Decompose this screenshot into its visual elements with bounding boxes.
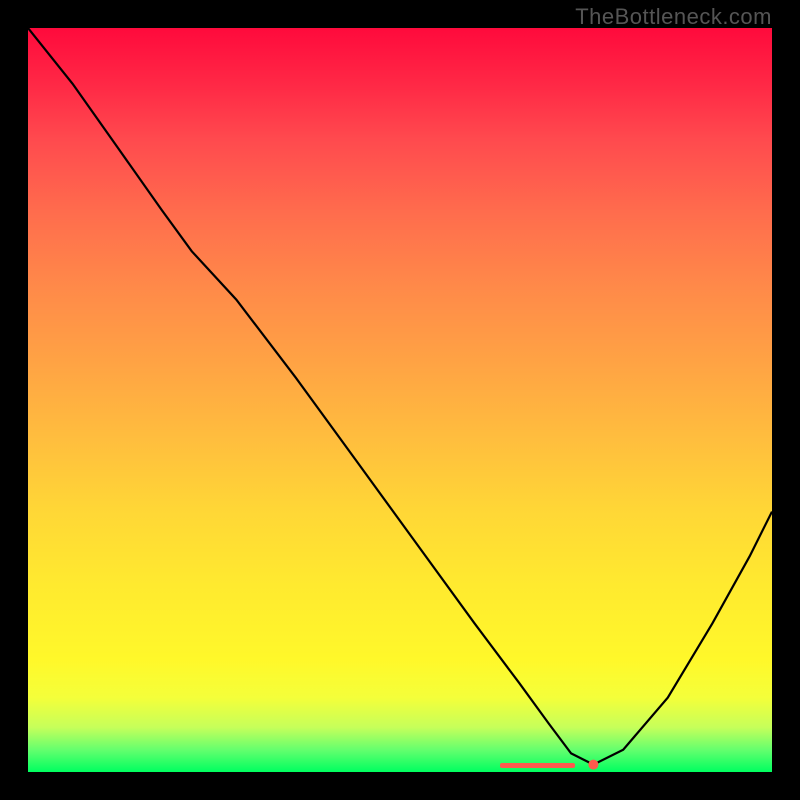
watermark-text: TheBottleneck.com xyxy=(575,4,772,30)
curve-path xyxy=(28,28,772,765)
minimum-dot xyxy=(588,760,598,770)
bottleneck-curve xyxy=(28,28,772,772)
minimum-flat-marker xyxy=(500,763,574,768)
plot-area xyxy=(28,28,772,772)
